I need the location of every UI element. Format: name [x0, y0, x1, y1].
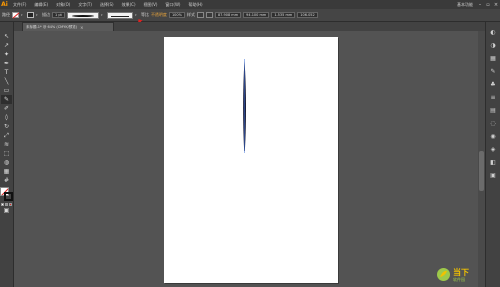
- paintbrush-tool[interactable]: ✎: [1, 95, 12, 104]
- fill-stroke-widget[interactable]: [0, 187, 13, 201]
- leaf-icon: [437, 268, 450, 281]
- menu-type[interactable]: 文字(T): [74, 2, 96, 8]
- watermark-logo: 当下 软件园: [436, 266, 496, 283]
- width-tool[interactable]: ≋: [1, 140, 12, 149]
- document-tab[interactable]: 未标题-1* @ 64% (CMYK/预览) ×: [22, 22, 114, 31]
- menu-select[interactable]: 选择(S): [96, 2, 118, 8]
- close-icon[interactable]: ×: [80, 25, 83, 30]
- menu-view[interactable]: 视图(V): [140, 2, 162, 8]
- line-tool[interactable]: ╲: [1, 77, 12, 86]
- menu-help[interactable]: 帮助(H): [184, 2, 206, 8]
- free-transform-tool[interactable]: ⬚: [1, 149, 12, 158]
- magic-wand-tool[interactable]: ✦: [1, 50, 12, 59]
- watermark-title: 当下: [453, 267, 469, 277]
- app-logo: Ai: [1, 1, 8, 8]
- brush-stroke-path[interactable]: [164, 37, 338, 283]
- stroke-label[interactable]: 描边: [42, 12, 50, 18]
- vertical-scrollbar[interactable]: [478, 31, 485, 287]
- chevron-down-icon[interactable]: ▾: [36, 12, 40, 18]
- workspace-switcher[interactable]: 基本功能: [454, 2, 476, 8]
- layers-icon[interactable]: ◧: [488, 158, 498, 167]
- close-icon[interactable]: ×: [492, 1, 500, 8]
- chevron-down-icon[interactable]: ▾: [21, 12, 25, 18]
- stroke-weight-field[interactable]: 1 pt: [52, 12, 65, 18]
- selection-tool[interactable]: ↖: [1, 32, 12, 41]
- control-bar: 路径 ▾ ▾ 描边 1 pt ▾ ▾ 等比 不透明度 100% 样式 87.90…: [0, 9, 500, 22]
- artboards-icon[interactable]: ▣: [488, 171, 498, 180]
- minimize-icon[interactable]: –: [476, 1, 484, 8]
- menu-bar: Ai 文件(F) 编辑(E) 对象(O) 文字(T) 选择(S) 效果(C) 视…: [0, 0, 500, 9]
- artboard[interactable]: [164, 37, 338, 283]
- stroke-icon[interactable]: ≡: [488, 93, 498, 102]
- chevron-down-icon[interactable]: ▾: [101, 12, 105, 18]
- opacity-label[interactable]: 不透明度: [151, 12, 167, 18]
- selection-type-label: 路径: [2, 12, 10, 17]
- perspective-tool[interactable]: ▦: [1, 167, 12, 176]
- color-guide-icon[interactable]: ◑: [488, 41, 498, 50]
- brushes-icon[interactable]: ✎: [488, 67, 498, 76]
- menu-window[interactable]: 窗口(W): [161, 2, 184, 8]
- menu-effect[interactable]: 效果(C): [118, 2, 140, 8]
- gradient-icon[interactable]: ▤: [488, 106, 498, 115]
- rotate-tool[interactable]: ↻: [1, 122, 12, 131]
- stroke-color-box[interactable]: [4, 192, 13, 201]
- panel-dock: ◐ ◑ ▦ ✎ ♣ ≡ ▤ ◌ ◉ ◈ ◧ ▣: [485, 22, 500, 287]
- graphic-styles-icon[interactable]: ◈: [488, 145, 498, 154]
- eraser-tool[interactable]: ◊: [1, 113, 12, 122]
- scale-tool[interactable]: ⤢: [1, 131, 12, 140]
- document-tab-title: 未标题-1* @ 64% (CMYK/预览): [26, 24, 78, 29]
- transparency-icon[interactable]: ◌: [488, 119, 498, 128]
- height-field[interactable]: 106.052: [297, 12, 318, 18]
- swatches-icon[interactable]: ▦: [488, 54, 498, 63]
- color-panel-icon[interactable]: ◐: [488, 28, 498, 37]
- menu-edit[interactable]: 编辑(E): [30, 2, 52, 8]
- watermark-subtitle: 软件园: [453, 276, 465, 282]
- opacity-field[interactable]: 100%: [168, 12, 185, 18]
- width-field[interactable]: 1.535 mm: [271, 12, 296, 18]
- tools-panel: ↖ ↗ ✦ ✒ T ╲ ▭ ✎ ✐ ◊ ↻ ⤢ ≋ ⬚ ◍ ▦ # ▣: [0, 22, 14, 287]
- type-tool[interactable]: T: [1, 68, 12, 77]
- brush-definition[interactable]: [106, 11, 133, 19]
- chevron-down-icon[interactable]: ▾: [135, 12, 139, 18]
- appearance-icon[interactable]: ◉: [488, 132, 498, 141]
- pen-tool[interactable]: ✒: [1, 59, 12, 68]
- pencil-tool[interactable]: ✐: [1, 104, 12, 113]
- stroke-swatch[interactable]: [27, 12, 34, 18]
- symbols-icon[interactable]: ♣: [488, 80, 498, 89]
- x-field[interactable]: 87.908 mm: [214, 12, 242, 18]
- variable-width-profile[interactable]: [66, 11, 99, 19]
- align-icon[interactable]: [205, 12, 213, 18]
- scrollbar-thumb[interactable]: [479, 151, 484, 191]
- restore-icon[interactable]: ▫: [484, 1, 492, 8]
- rectangle-tool[interactable]: ▭: [1, 86, 12, 95]
- y-field[interactable]: 94.100 mm: [243, 12, 270, 18]
- menu-file[interactable]: 文件(F): [9, 2, 30, 8]
- menu-object[interactable]: 对象(O): [52, 2, 74, 8]
- screen-mode-icon[interactable]: ▣: [1, 206, 12, 215]
- uniform-label: 等比: [140, 12, 149, 17]
- shape-builder-tool[interactable]: ◍: [1, 158, 12, 167]
- graphic-style-icon[interactable]: [196, 12, 204, 18]
- direct-selection-tool[interactable]: ↗: [1, 41, 12, 50]
- fill-swatch[interactable]: [12, 12, 19, 18]
- mesh-tool[interactable]: #: [1, 176, 12, 185]
- style-label: 样式: [186, 12, 195, 17]
